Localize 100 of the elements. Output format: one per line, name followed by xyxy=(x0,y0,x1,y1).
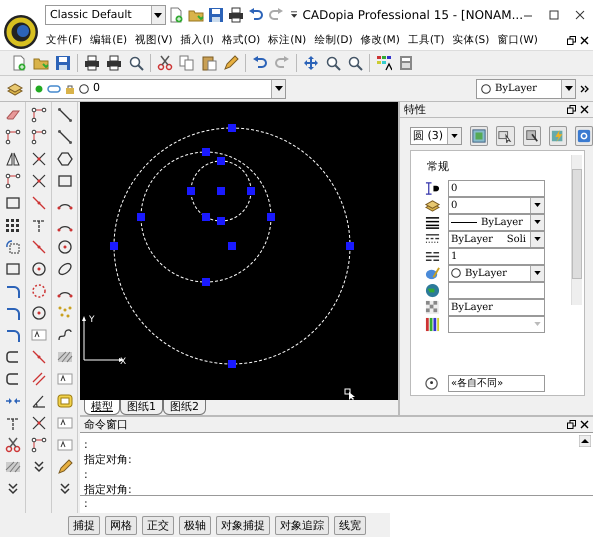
menu-item[interactable]: 工具(T) xyxy=(404,30,448,50)
menu-item[interactable]: 插入(I) xyxy=(176,30,218,50)
scroll-up-icon[interactable] xyxy=(579,435,591,447)
color-swatch-icon[interactable] xyxy=(376,55,392,71)
workspace-dropdown[interactable]: Classic Default xyxy=(45,5,166,25)
menu-item[interactable]: 绘制(D) xyxy=(310,30,357,50)
cursor-button[interactable] xyxy=(496,126,515,146)
restore-icon[interactable] xyxy=(567,105,576,114)
angle-icon[interactable] xyxy=(30,393,46,409)
selection-dropdown[interactable]: 圆 (3) xyxy=(410,127,462,145)
help-button[interactable] xyxy=(574,126,593,146)
new-file-icon[interactable] xyxy=(11,55,27,71)
status-toggle-button[interactable]: 极轴 xyxy=(179,516,211,534)
filter-button[interactable] xyxy=(522,126,541,146)
command-input[interactable]: : xyxy=(80,496,593,512)
clipboard-icon[interactable] xyxy=(201,55,217,71)
property-dropdown[interactable] xyxy=(448,316,545,332)
status-toggle-button[interactable]: 对象捕捉 xyxy=(216,516,270,534)
undo-icon[interactable] xyxy=(248,7,264,23)
close-icon[interactable] xyxy=(580,420,589,429)
maximize-icon[interactable] xyxy=(549,10,560,20)
text-icon[interactable] xyxy=(56,437,72,453)
bracket-icon[interactable] xyxy=(4,371,20,387)
line-icon[interactable] xyxy=(56,129,72,145)
property-field[interactable]: ByLayer xyxy=(448,298,545,316)
copy-icon[interactable] xyxy=(179,55,195,71)
status-toggle-button[interactable]: 线宽 xyxy=(334,516,366,534)
printer-icon[interactable] xyxy=(84,55,100,71)
layer-dropdown[interactable]: 0 xyxy=(30,78,286,98)
property-field[interactable] xyxy=(448,282,545,298)
cross-icon[interactable] xyxy=(30,415,46,431)
rectangle-icon[interactable] xyxy=(4,261,20,277)
property-dropdown[interactable]: 0 xyxy=(448,196,545,214)
status-toggle-button[interactable]: 对象追踪 xyxy=(275,516,329,534)
rotate-icon[interactable] xyxy=(4,239,20,255)
menu-item[interactable]: 文件(F) xyxy=(42,30,86,50)
printer-icon[interactable] xyxy=(228,7,244,23)
magnifier-icon[interactable] xyxy=(347,55,363,71)
close-icon[interactable] xyxy=(580,105,589,114)
menu-item[interactable]: 格式(O) xyxy=(218,30,264,50)
undo-icon[interactable] xyxy=(252,55,268,71)
property-dropdown[interactable]: ByLayer xyxy=(448,264,545,282)
property-field[interactable]: 0 xyxy=(448,180,545,196)
caret-icon[interactable] xyxy=(291,11,298,19)
hatch-icon[interactable] xyxy=(56,349,72,365)
status-toggle-button[interactable]: 正交 xyxy=(142,516,174,534)
status-toggle-button[interactable]: 网格 xyxy=(105,516,137,534)
status-toggle-button[interactable]: 捕捉 xyxy=(68,516,100,534)
spline-icon[interactable] xyxy=(56,327,72,343)
scissors-icon[interactable] xyxy=(157,55,173,71)
circle-icon[interactable] xyxy=(56,239,72,255)
double-chevron-icon[interactable] xyxy=(580,84,589,92)
text-icon[interactable] xyxy=(30,327,46,343)
nodes-icon[interactable] xyxy=(30,129,46,145)
text-icon[interactable] xyxy=(56,415,72,431)
corner-icon[interactable] xyxy=(4,327,20,343)
menu-item[interactable]: 窗口(W) xyxy=(493,30,542,50)
cross-icon[interactable] xyxy=(30,173,46,189)
triangle-icon[interactable] xyxy=(4,151,20,167)
layers-icon[interactable] xyxy=(7,80,23,96)
text-icon[interactable] xyxy=(56,371,72,387)
menu-item[interactable]: 视图(V) xyxy=(131,30,176,50)
nodes-icon[interactable] xyxy=(30,107,46,123)
double-line-icon[interactable] xyxy=(30,371,46,387)
menu-item[interactable]: 实体(S) xyxy=(448,30,494,50)
circle-icon[interactable] xyxy=(30,305,46,321)
restore-icon[interactable] xyxy=(567,36,576,44)
nodes-icon[interactable] xyxy=(4,129,20,145)
color-dropdown[interactable]: ByLayer xyxy=(476,78,576,98)
dot-grid-icon[interactable] xyxy=(4,217,20,233)
bracket-icon[interactable] xyxy=(4,349,20,365)
line-icon[interactable] xyxy=(56,107,72,123)
rectangle-icon[interactable] xyxy=(4,195,20,211)
layout-tab[interactable]: 图纸2 xyxy=(163,400,206,415)
pencil-icon[interactable] xyxy=(56,459,72,475)
corner-icon[interactable] xyxy=(4,283,20,299)
magnifier-icon[interactable] xyxy=(325,55,341,71)
close-icon[interactable] xyxy=(580,36,589,44)
corner-icon[interactable] xyxy=(4,305,20,321)
hatch-icon[interactable] xyxy=(4,459,20,475)
property-field[interactable]: 1 xyxy=(448,248,545,264)
magnifier-icon[interactable] xyxy=(128,55,144,71)
rectangle-icon[interactable] xyxy=(56,173,72,189)
circle-icon[interactable] xyxy=(30,261,46,277)
pencil-icon[interactable] xyxy=(223,55,239,71)
property-dropdown[interactable]: ByLayer Soli xyxy=(448,230,545,248)
property-field[interactable]: «各自不同» xyxy=(448,375,545,392)
property-dropdown[interactable]: ByLayer xyxy=(448,214,545,230)
layout-tab[interactable]: 图纸1 xyxy=(120,400,163,415)
scrollbar[interactable] xyxy=(571,155,582,305)
nodes-icon[interactable] xyxy=(4,173,20,189)
scissors-icon[interactable] xyxy=(4,437,20,453)
ellipse-icon[interactable] xyxy=(56,261,72,277)
layout-tab[interactable]: 模型 xyxy=(84,400,120,415)
drawing-canvas[interactable]: Y X xyxy=(80,102,398,400)
save-icon[interactable] xyxy=(55,55,71,71)
menu-item[interactable]: 修改(M) xyxy=(356,30,404,50)
restore-icon[interactable] xyxy=(567,420,576,429)
calculator-icon[interactable] xyxy=(398,55,414,71)
menu-item[interactable]: 标注(N) xyxy=(264,30,310,50)
